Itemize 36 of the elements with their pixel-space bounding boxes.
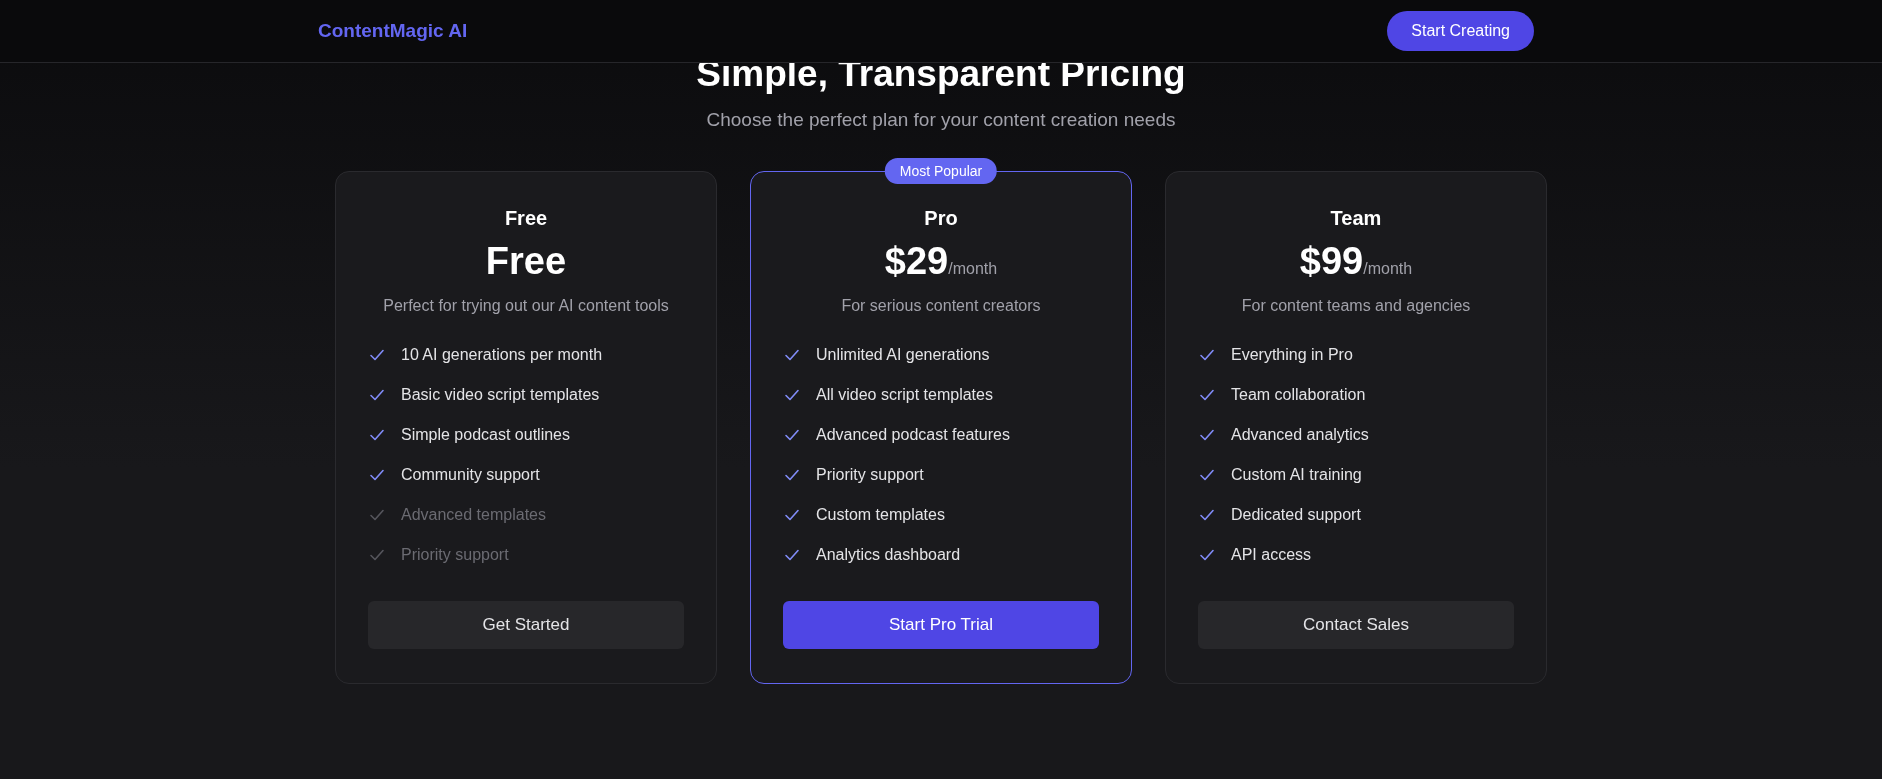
feature-text: 10 AI generations per month bbox=[401, 345, 603, 364]
feature-text: Team collaboration bbox=[1231, 385, 1366, 404]
plan-description: For serious content creators bbox=[841, 297, 1041, 315]
feature-text: Unlimited AI generations bbox=[816, 345, 990, 364]
feature-text: Custom templates bbox=[816, 505, 945, 524]
feature-text: Advanced analytics bbox=[1231, 425, 1369, 444]
start-creating-button[interactable]: Start Creating bbox=[1387, 11, 1534, 51]
feature-text: Dedicated support bbox=[1231, 505, 1361, 524]
plan-name: Pro bbox=[924, 207, 958, 230]
plan-price: Free bbox=[485, 240, 567, 283]
feature-text: Priority support bbox=[816, 465, 924, 484]
logo[interactable]: ContentMagic AI bbox=[318, 20, 468, 42]
feature-text: Analytics dashboard bbox=[816, 545, 961, 564]
plan-price: $99 bbox=[1299, 240, 1364, 283]
plan-description: For content teams and agencies bbox=[1241, 297, 1471, 315]
popular-badge: Most Popular bbox=[884, 158, 998, 184]
plan-button[interactable]: Get Started bbox=[368, 601, 684, 649]
plan-name: Free bbox=[504, 207, 548, 230]
price-period: /month bbox=[948, 260, 998, 278]
feature-text: Custom AI training bbox=[1231, 465, 1362, 484]
feature-text: Everything in Pro bbox=[1231, 345, 1353, 364]
page-subtitle: Choose the perfect plan for your content creation needs bbox=[706, 109, 1176, 131]
plan-button[interactable]: Start Pro Trial bbox=[783, 601, 1099, 649]
feature-text: Simple podcast outlines bbox=[401, 425, 570, 444]
price-period: /month bbox=[1363, 260, 1413, 278]
feature-text: Community support bbox=[401, 465, 540, 484]
feature-text: All video script templates bbox=[816, 385, 993, 404]
feature-text: Priority support bbox=[401, 545, 509, 564]
plan-price: $29 bbox=[884, 240, 949, 283]
feature-text: Advanced templates bbox=[401, 505, 546, 524]
plan-button[interactable]: Contact Sales bbox=[1198, 601, 1514, 649]
plan-name: Team bbox=[1330, 207, 1382, 230]
feature-text: API access bbox=[1231, 545, 1312, 564]
feature-text: Basic video script templates bbox=[401, 385, 600, 404]
feature-text: Advanced podcast features bbox=[816, 425, 1010, 444]
plan-description: Perfect for trying out our AI content tools bbox=[383, 297, 669, 315]
